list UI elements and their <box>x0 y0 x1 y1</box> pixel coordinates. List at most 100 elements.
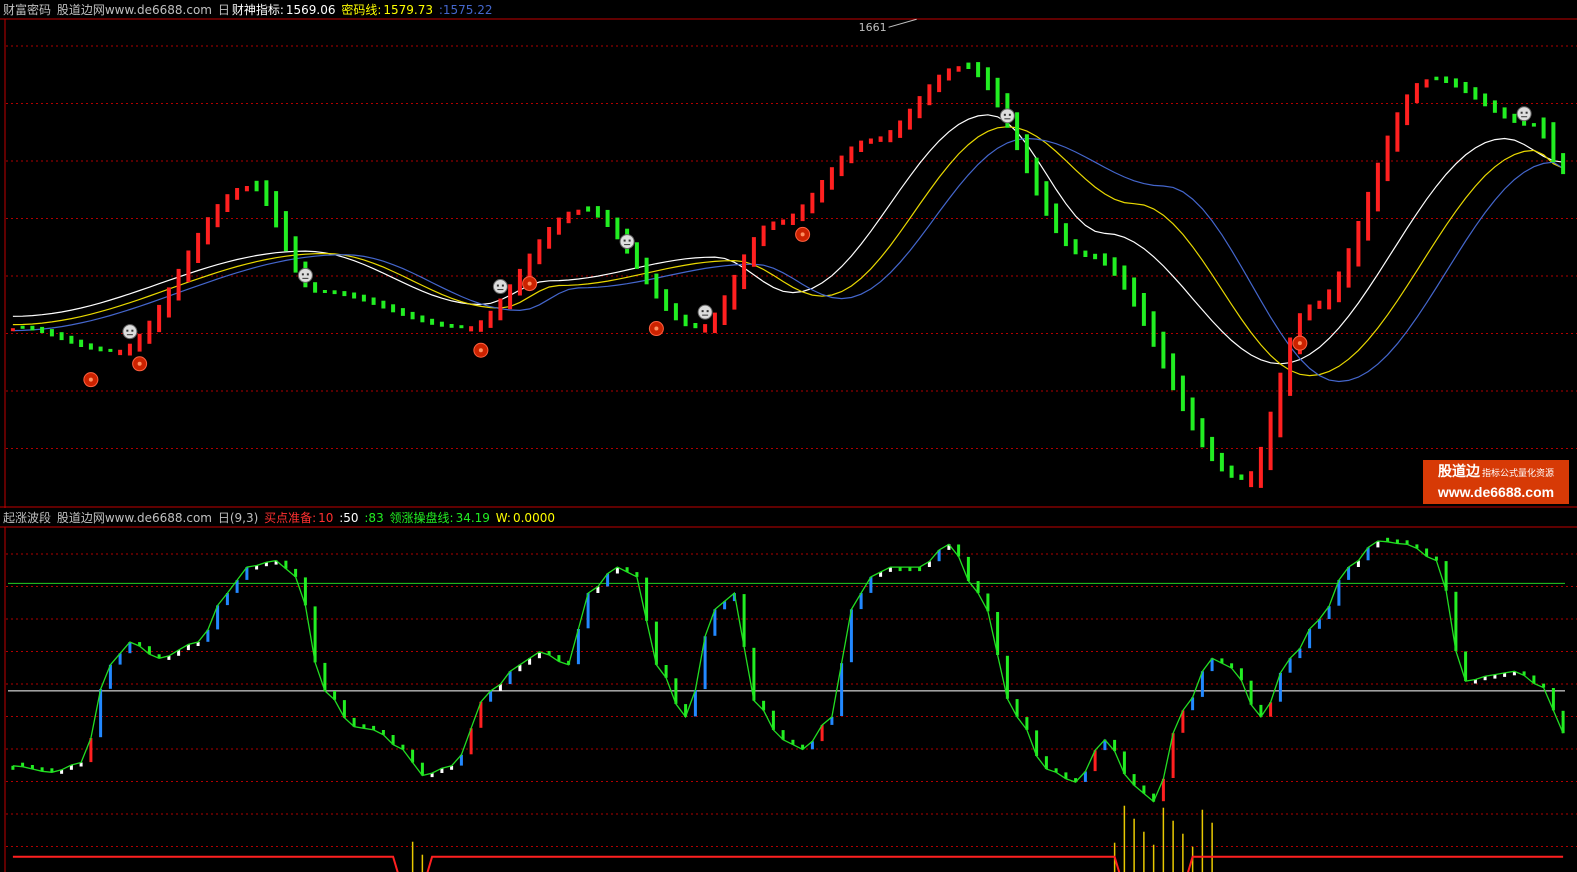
candle <box>196 232 201 263</box>
red-buy-signal-icon <box>795 226 811 242</box>
candle <box>771 221 776 230</box>
candle <box>566 211 571 224</box>
candle <box>1063 223 1068 247</box>
candle <box>1414 83 1419 104</box>
candle <box>215 204 220 228</box>
candle <box>127 343 132 356</box>
candle <box>1102 253 1107 266</box>
candle <box>937 74 942 93</box>
main-price-panel[interactable]: 16611312 财富密码 股道边网www.de6688.com 日财神指标:1… <box>0 0 1577 508</box>
candle <box>459 325 464 329</box>
ind1-label: 财神指标: <box>231 3 284 17</box>
candle <box>1434 76 1439 81</box>
candle <box>1112 257 1117 276</box>
candle <box>293 236 298 273</box>
candle <box>10 328 15 332</box>
main-indicator-name: 财富密码 <box>3 3 52 17</box>
oscillator-chart[interactable] <box>0 508 1577 872</box>
candle <box>810 192 815 214</box>
candle <box>352 292 357 299</box>
candle <box>1336 271 1341 303</box>
candle <box>956 66 961 72</box>
candle <box>1385 135 1390 182</box>
candle <box>1463 82 1468 94</box>
candle <box>1531 123 1536 127</box>
candle <box>1492 100 1497 113</box>
oscillator-panel[interactable]: 起涨波段 股道边网www.de6688.com 日(9,3) 买点准备: 10 :… <box>0 508 1577 872</box>
candle <box>673 303 678 321</box>
lead-line-value: 34.19 <box>455 511 490 525</box>
candle <box>966 62 971 69</box>
candle <box>995 77 1000 108</box>
candle <box>1375 162 1380 212</box>
candle <box>595 206 600 218</box>
ind1-value: 1569.06 <box>285 3 336 17</box>
candle <box>1151 311 1156 347</box>
candle <box>1258 446 1263 488</box>
candle <box>79 339 84 347</box>
candle <box>1083 250 1088 257</box>
candle <box>927 84 932 106</box>
candle <box>137 333 142 352</box>
main-panel-title-bar: 财富密码 股道边网www.de6688.com 日财神指标: 1569.06 密码… <box>3 2 495 18</box>
candle <box>586 206 591 212</box>
candle <box>342 291 347 297</box>
candle <box>761 225 766 247</box>
candle <box>469 326 474 332</box>
candle <box>254 180 259 192</box>
lead-line-series <box>12 540 1564 803</box>
candle <box>1054 203 1059 234</box>
candle <box>59 332 64 341</box>
candle <box>1073 239 1078 255</box>
smiley-signal-icon <box>999 108 1015 124</box>
candle <box>449 324 454 328</box>
w-label: W: <box>495 511 511 525</box>
candle <box>634 242 639 269</box>
red-buy-signal-icon <box>83 372 99 388</box>
candle <box>1190 397 1195 431</box>
candle <box>849 146 854 164</box>
candle <box>781 219 786 225</box>
candle <box>1395 112 1400 152</box>
white-line-series <box>12 114 1564 365</box>
candle <box>1180 375 1185 412</box>
candle <box>790 213 795 225</box>
candle <box>576 209 581 215</box>
candle <box>1278 372 1283 438</box>
red-buy-signal-icon <box>132 356 148 372</box>
candle <box>1366 191 1371 241</box>
candle <box>693 323 698 329</box>
candle <box>508 284 513 310</box>
ind2-label: 密码线: <box>341 3 382 17</box>
candle <box>917 96 922 119</box>
candle <box>1034 157 1039 196</box>
candle <box>1453 78 1458 88</box>
candle <box>976 62 981 78</box>
candle <box>1200 418 1205 448</box>
candle <box>244 186 249 192</box>
candle <box>829 167 834 190</box>
candle <box>1219 452 1224 472</box>
candle <box>1288 337 1293 396</box>
price-chart[interactable]: 16611312 <box>0 0 1577 508</box>
candle <box>644 257 649 285</box>
buy-value: 10 <box>318 511 334 525</box>
candle <box>946 68 951 81</box>
candle <box>322 290 327 293</box>
osc-source: 股道边网www.de6688.com <box>56 511 212 525</box>
osc-indicator-name: 起涨波段 <box>3 511 52 525</box>
candle <box>264 180 269 206</box>
candle <box>49 329 54 337</box>
candle <box>371 297 376 305</box>
candle <box>478 320 483 332</box>
candle <box>313 282 318 293</box>
candle <box>235 188 240 200</box>
candle <box>205 217 210 245</box>
smiley-signal-icon <box>297 267 313 283</box>
smiley-signal-icon <box>492 279 508 295</box>
w-value: 0.0000 <box>512 511 555 525</box>
smiley-signal-icon <box>122 324 138 340</box>
period-high-pointer <box>888 18 917 28</box>
candle <box>147 320 152 344</box>
candle <box>820 180 825 203</box>
